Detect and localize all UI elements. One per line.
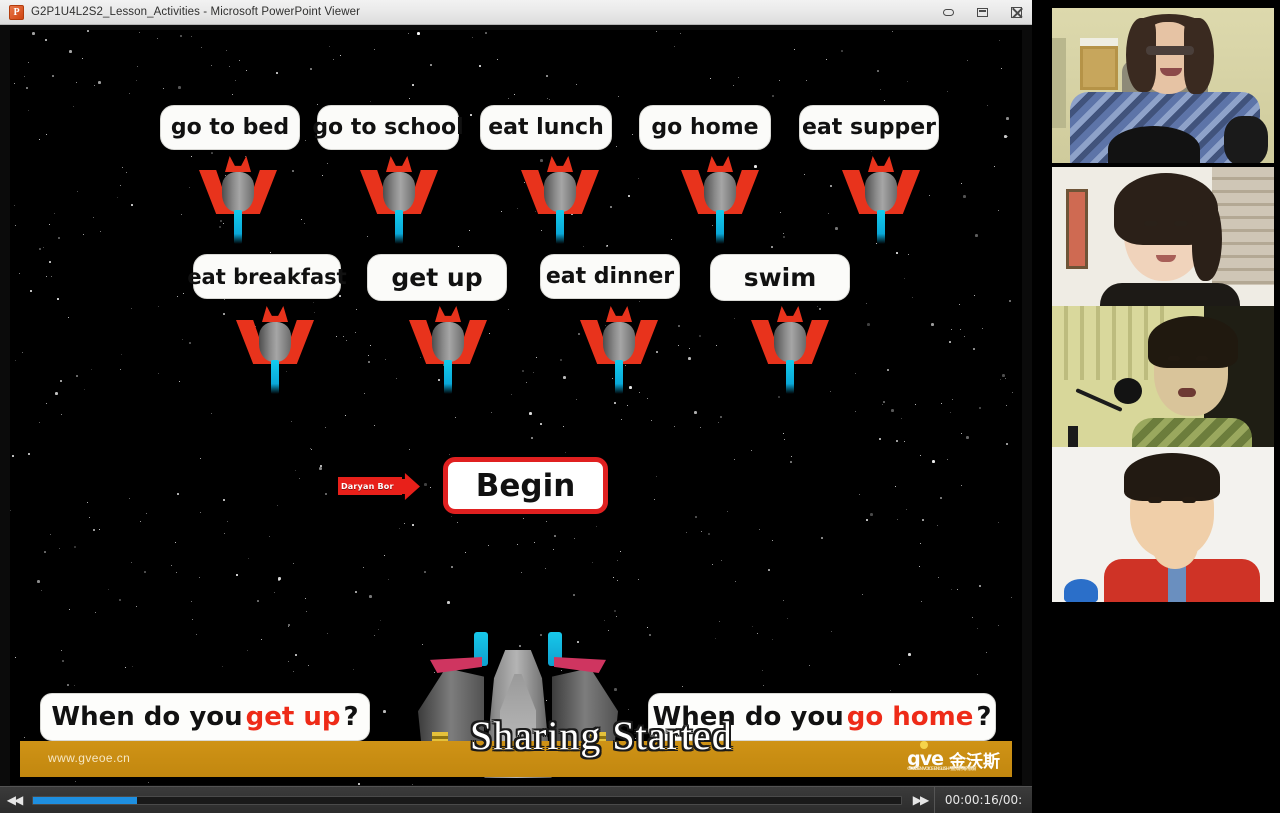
word-button-eat-dinner[interactable]: eat dinner [540, 254, 680, 299]
webcam-tile-student-1[interactable] [1052, 167, 1274, 322]
playback-progress-bar[interactable] [32, 796, 902, 805]
sharing-status-overlay: Sharing Started [470, 712, 733, 759]
playback-progress-fill [33, 797, 137, 804]
window-title: G2P1U4L2S2_Lesson_Activities - Microsoft… [31, 6, 360, 18]
webcam-tile-teacher[interactable] [1052, 8, 1274, 163]
rewind-button[interactable]: ◀◀ [0, 787, 28, 813]
webcam-panel [1032, 0, 1280, 813]
question-left-highlight: get up [246, 702, 341, 732]
playback-timecode: 00:00:16/00: [934, 787, 1032, 813]
minimize-button[interactable] [936, 3, 960, 21]
word-button-go-to-school[interactable]: go to school [317, 105, 459, 150]
word-button-get-up[interactable]: get up [367, 254, 507, 301]
webcam-tile-student-3[interactable] [1052, 447, 1274, 602]
powerpoint-viewer-window: P G2P1U4L2S2_Lesson_Activities - Microso… [0, 0, 1032, 813]
word-button-eat-lunch[interactable]: eat lunch [480, 105, 612, 150]
word-button-eat-supper[interactable]: eat supper [799, 105, 939, 150]
close-button[interactable] [1004, 3, 1028, 21]
word-button-go-home[interactable]: go home [639, 105, 771, 150]
question-left-suffix: ? [344, 702, 359, 732]
presenter-pointer: Daryan Bory [338, 473, 418, 501]
webcam-video-student-3 [1052, 447, 1274, 602]
begin-button[interactable]: Begin [443, 457, 608, 514]
word-button-go-to-bed[interactable]: go to bed [160, 105, 300, 150]
webcam-video-student-2 [1052, 306, 1274, 461]
powerpoint-app-icon: P [9, 5, 24, 20]
slide-canvas[interactable]: go to bed go to school eat lunch go home… [10, 30, 1022, 785]
fast-forward-button[interactable]: ▶▶ [906, 787, 934, 813]
maximize-button[interactable] [970, 3, 994, 21]
minimize-icon [943, 9, 954, 16]
window-titlebar[interactable]: P G2P1U4L2S2_Lesson_Activities - Microso… [0, 0, 1032, 25]
maximize-icon [977, 8, 988, 17]
webcam-video-teacher [1052, 8, 1274, 163]
media-player-controls: ◀◀ ▶▶ 00:00:16/00: [0, 786, 1032, 813]
presenter-name-tag: Daryan Bory [338, 477, 402, 495]
webcam-tile-student-2[interactable] [1052, 306, 1274, 461]
word-button-swim[interactable]: swim [710, 254, 850, 301]
question-right-highlight: go home [847, 702, 974, 732]
logo-mark-text: gve GOLDEN VOICE ENGLISH · 金沃斯·海外教育 [907, 748, 943, 770]
window-controls [936, 3, 1028, 21]
screen-root: P G2P1U4L2S2_Lesson_Activities - Microso… [0, 0, 1280, 813]
question-left: When do you get up? [40, 693, 370, 741]
webcam-video-student-1 [1052, 167, 1274, 322]
question-right-suffix: ? [976, 702, 991, 732]
close-icon [1011, 7, 1022, 18]
question-left-prefix: When do you [51, 702, 242, 732]
footer-website-url: www.gveoe.cn [48, 751, 130, 765]
brand-logo: gve GOLDEN VOICE ENGLISH · 金沃斯·海外教育 金沃斯 [907, 744, 1000, 774]
word-button-eat-breakfast[interactable]: eat breakfast [193, 254, 341, 299]
logo-subtitle: GOLDEN VOICE ENGLISH · 金沃斯·海外教育 [907, 766, 976, 772]
